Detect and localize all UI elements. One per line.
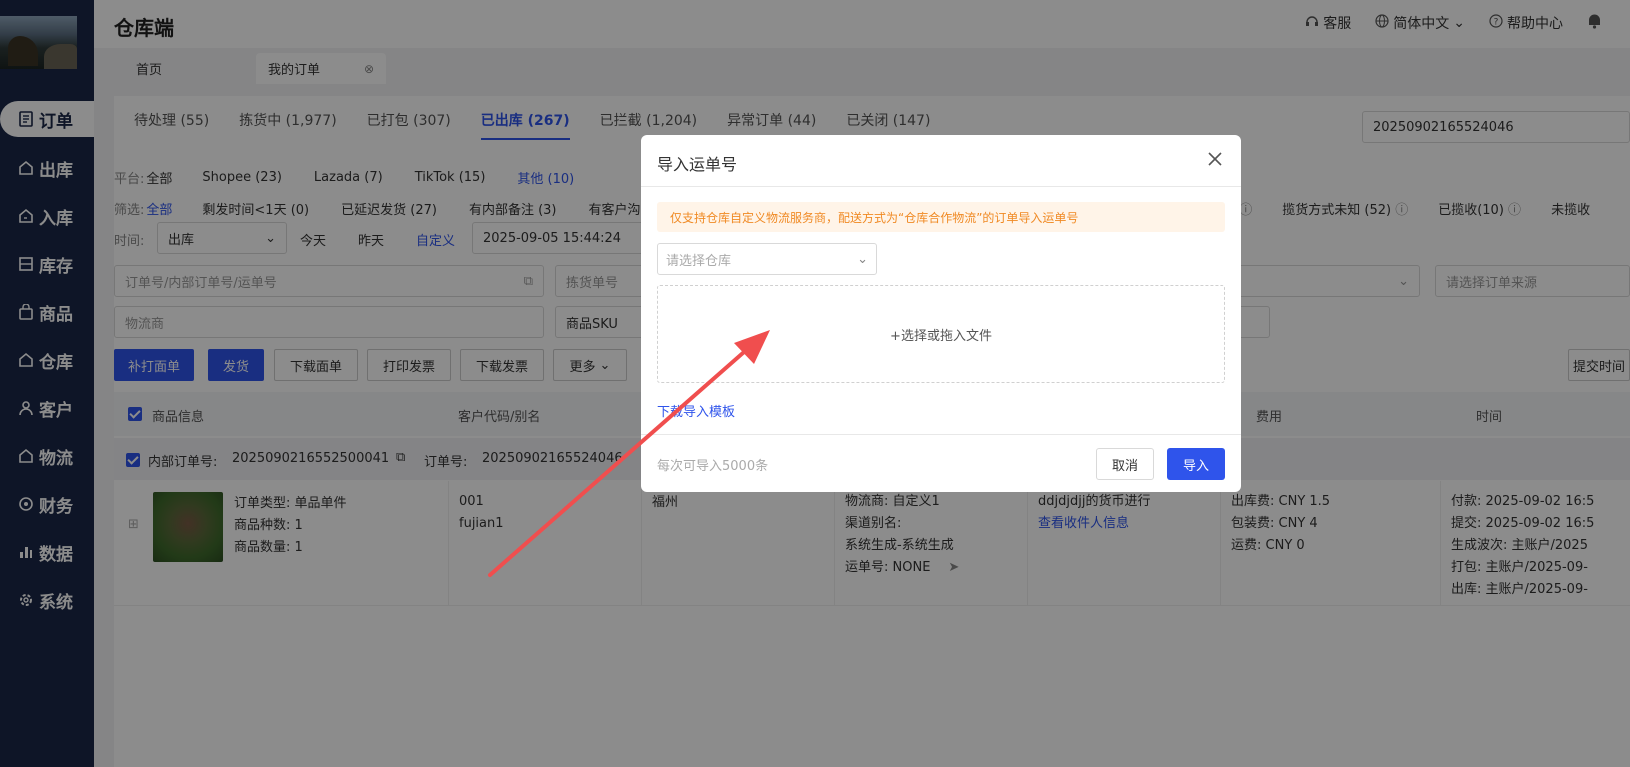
file-dropzone[interactable]: +选择或拖入文件: [657, 285, 1225, 383]
dialog-title: 导入运单号: [657, 155, 738, 174]
chevron-down-icon: ⌄: [857, 251, 868, 267]
notice-banner: 仅支持仓库自定义物流服务商，配送方式为“仓库合作物流”的订单导入运单号: [657, 202, 1225, 232]
import-waybill-dialog: 导入运单号 仅支持仓库自定义物流服务商，配送方式为“仓库合作物流”的订单导入运单…: [641, 135, 1241, 492]
divider: [641, 434, 1241, 435]
download-template-link[interactable]: 下载导入模板: [657, 401, 735, 420]
cancel-button[interactable]: 取消: [1096, 448, 1154, 480]
import-limit-hint: 每次可导入5000条: [657, 459, 769, 474]
close-icon[interactable]: [1205, 149, 1225, 169]
divider: [641, 186, 1241, 187]
import-button[interactable]: 导入: [1167, 448, 1225, 480]
warehouse-select[interactable]: 请选择仓库 ⌄: [657, 243, 877, 275]
warehouse-placeholder: 请选择仓库: [666, 253, 732, 269]
